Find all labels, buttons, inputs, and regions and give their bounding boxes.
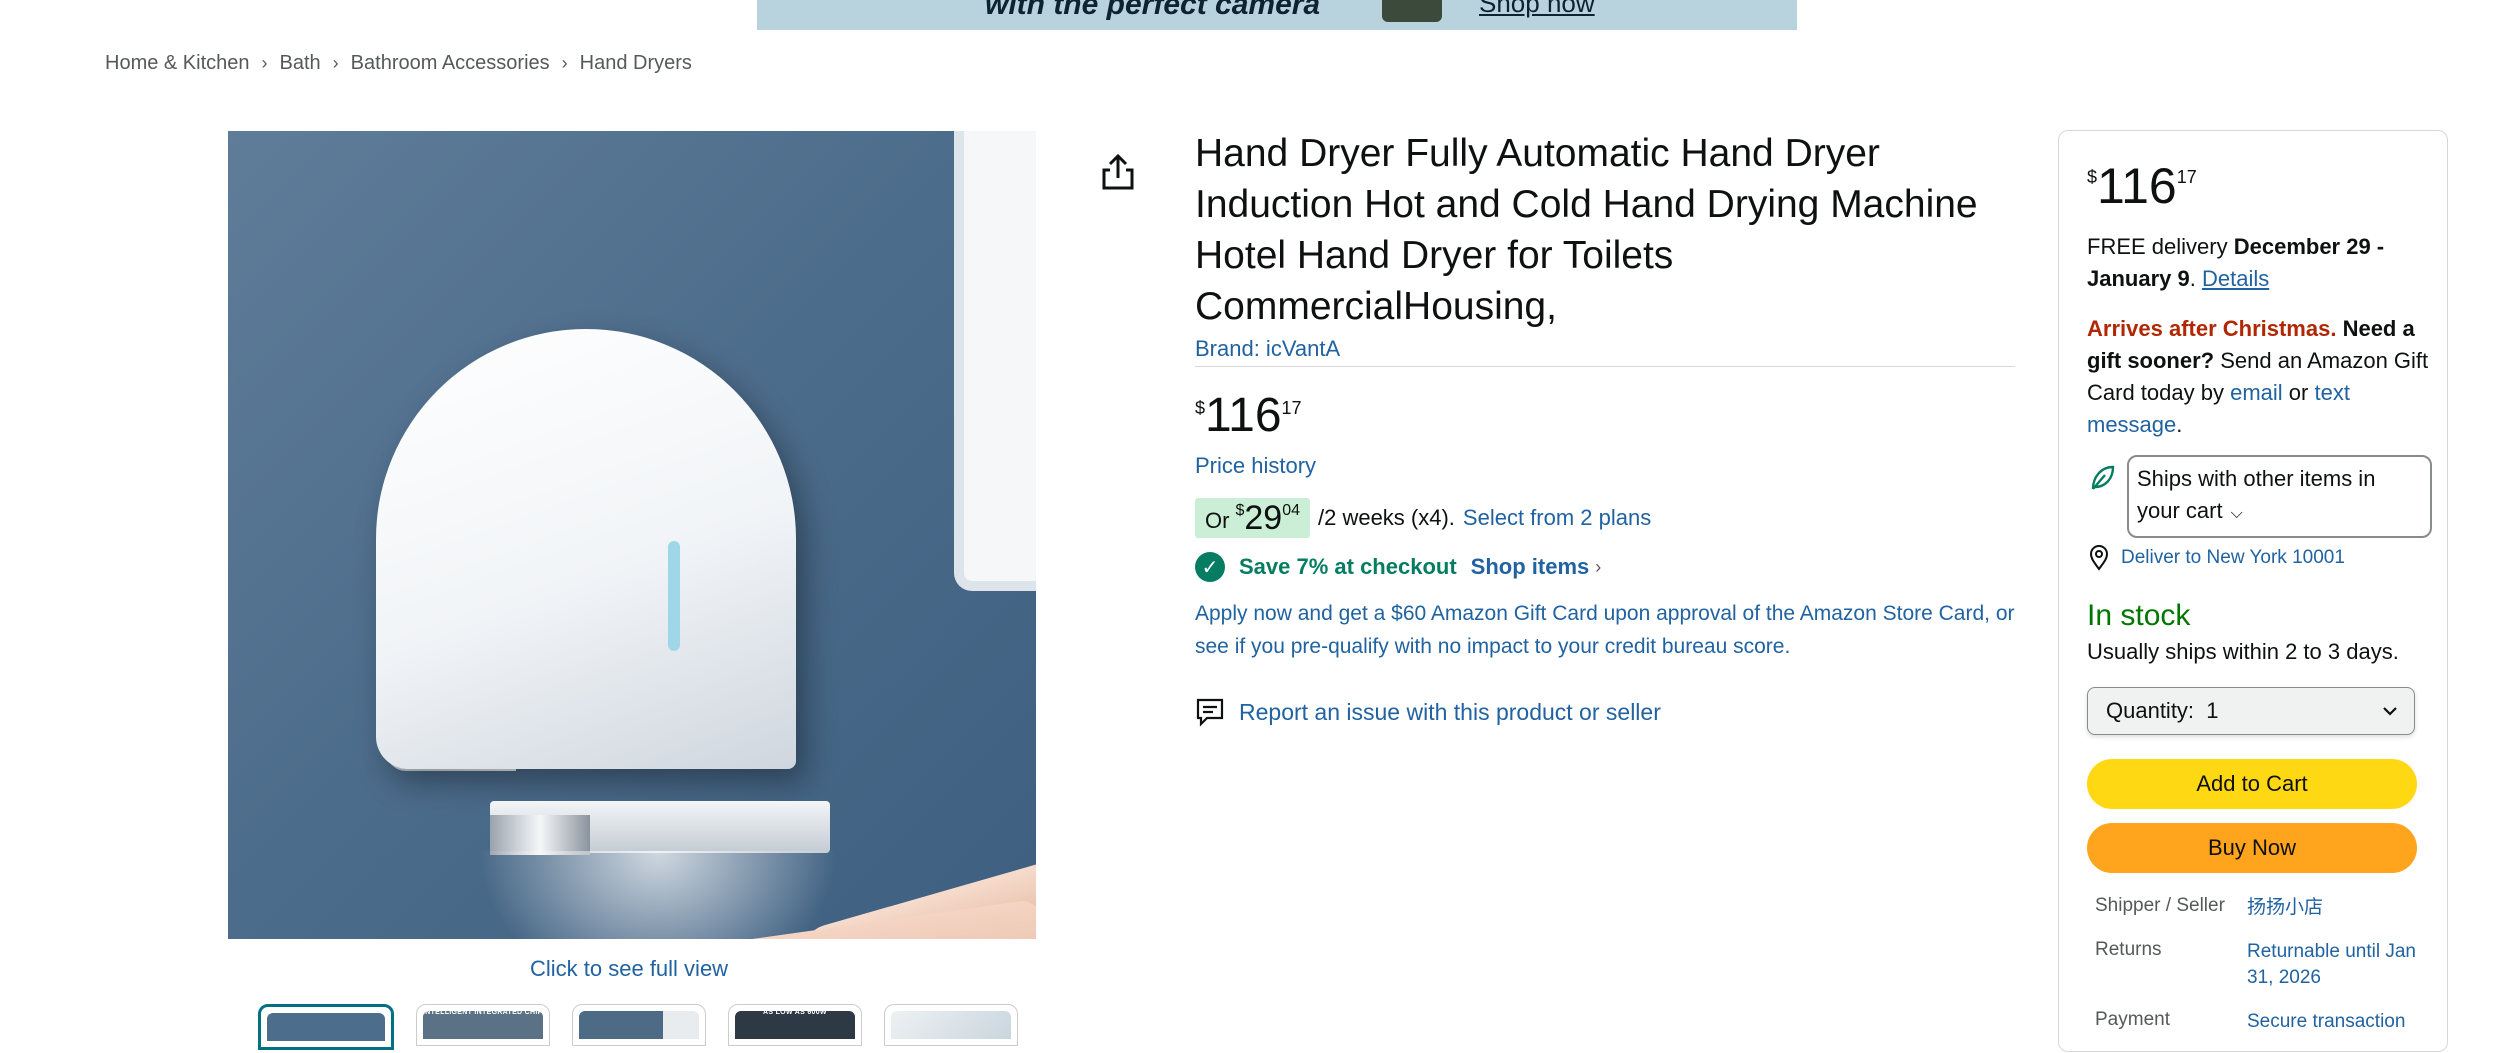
report-issue-link[interactable]: Report an issue with this product or sel… xyxy=(1195,697,1661,727)
thumbnail-2[interactable]: INTELLIGENT INTEGRATED CHIP CONTROLLED I… xyxy=(416,1004,550,1046)
ships-with-text: Ships with other items in your cart xyxy=(2137,466,2376,523)
report-issue-text: Report an issue with this product or sel… xyxy=(1239,698,1661,725)
ships-within-text: Usually ships within 2 to 3 days. xyxy=(2087,639,2399,664)
thumbnail-4[interactable]: AS LOW AS 600W xyxy=(728,1004,862,1046)
punctuation: . xyxy=(2176,412,2183,437)
payment-link[interactable]: Secure transaction xyxy=(2247,1009,2427,1035)
see-full-view-link[interactable]: Click to see full view xyxy=(530,956,728,982)
info-row-returns: Returns Returnable until Jan 31, 2026 xyxy=(2095,939,2427,991)
price-whole: 116 xyxy=(1205,389,1282,442)
price-whole: 116 xyxy=(2097,158,2177,214)
chevron-down-icon: ⌵ xyxy=(2230,505,2243,522)
buy-now-button[interactable]: Buy Now xyxy=(2087,823,2417,873)
or-text: or xyxy=(2288,380,2309,405)
feedback-icon xyxy=(1196,698,1224,727)
thumbnail-5[interactable] xyxy=(884,1004,1018,1046)
thumbnail-3[interactable] xyxy=(572,1004,706,1046)
quantity-display: Quantity: 1 xyxy=(2106,698,2219,724)
breadcrumb: Home & Kitchen › Bath › Bathroom Accesso… xyxy=(105,52,692,75)
dryer-window-shape xyxy=(668,541,680,651)
info-key: Shipper / Seller xyxy=(2095,895,2225,916)
breadcrumb-bathroom-accessories[interactable]: Bathroom Accessories xyxy=(351,52,550,75)
mirror-shape xyxy=(954,131,1036,591)
brand-link[interactable]: Brand: icVantA xyxy=(1195,336,1340,362)
breadcrumb-bath[interactable]: Bath xyxy=(280,52,321,75)
punctuation: . xyxy=(2189,266,2196,291)
plan-period: /2 weeks (x4). xyxy=(1317,505,1455,530)
breadcrumb-hand-dryers[interactable]: Hand Dryers xyxy=(580,52,692,75)
product-price: $ 116 17 xyxy=(1195,390,1302,442)
installment-plan: Or $ 29 04 /2 weeks (x4). Select from 2 … xyxy=(1195,498,1651,538)
thumbnail-caption: AS LOW AS 600W xyxy=(763,1009,827,1016)
price-fraction: 17 xyxy=(2176,167,2197,187)
plan-currency: $ xyxy=(1235,502,1245,519)
breadcrumb-separator: › xyxy=(261,53,268,73)
airflow-shape xyxy=(478,851,838,939)
seller-link[interactable]: 扬扬小店 xyxy=(2247,895,2427,921)
returns-link[interactable]: Returnable until Jan 31, 2026 xyxy=(2247,939,2427,991)
divider xyxy=(1195,366,2015,367)
info-row-payment: Payment Secure transaction xyxy=(2095,1009,2427,1035)
dryer-chrome-shape xyxy=(490,815,590,855)
stock-status: In stock xyxy=(2087,599,2191,632)
banner-text: with the perfect camera xyxy=(985,0,1321,21)
quantity-label: Quantity: xyxy=(2106,698,2195,723)
top-ad-banner[interactable]: with the perfect camera Shop now xyxy=(757,0,1797,30)
thumbnail-strip: INTELLIGENT INTEGRATED CHIP CONTROLLED I… xyxy=(258,1004,1018,1050)
camera-image xyxy=(1382,0,1442,22)
info-key: Payment xyxy=(2095,1009,2170,1030)
thumbnail-1[interactable] xyxy=(258,1004,394,1050)
price-fraction: 17 xyxy=(1281,398,1302,418)
dryer-body-shape xyxy=(376,329,796,769)
quantity-value: 1 xyxy=(2206,698,2219,723)
plan-or-label: Or xyxy=(1205,508,1230,533)
breadcrumb-separator: › xyxy=(561,53,568,73)
info-row-seller: Shipper / Seller 扬扬小店 xyxy=(2095,895,2427,921)
chevron-right-icon: › xyxy=(1595,556,1602,577)
thumbnail-caption: INTELLIGENT INTEGRATED CHIP CONTROLLED I… xyxy=(423,1009,541,1016)
location-pin-icon xyxy=(2089,545,2109,571)
save-at-checkout-text: Save 7% at checkout xyxy=(1239,554,1457,579)
buy-box: $ 116 17 FREE delivery December 29 - Jan… xyxy=(2058,130,2448,1052)
leaf-icon xyxy=(2091,465,2115,490)
price-currency: $ xyxy=(2087,167,2098,187)
buybox-price: $ 116 17 xyxy=(2087,159,2197,213)
info-key: Returns xyxy=(2095,939,2162,960)
price-history-link[interactable]: Price history xyxy=(1195,453,1316,479)
seller-info-table: Shipper / Seller 扬扬小店 Returns Returnable… xyxy=(2095,895,2427,1053)
deliver-to-link[interactable]: Deliver to New York 10001 xyxy=(2087,545,2345,571)
deliver-to-text: Deliver to New York 10001 xyxy=(2121,547,2345,568)
plan-whole: 29 xyxy=(1244,499,1283,537)
add-to-cart-button[interactable]: Add to Cart xyxy=(2087,759,2417,809)
share-icon[interactable] xyxy=(1100,152,1136,192)
quantity-select[interactable]: Quantity: 1 xyxy=(2087,687,2415,735)
chevron-down-icon xyxy=(2383,707,2397,716)
product-title: Hand Dryer Fully Automatic Hand Dryer In… xyxy=(1195,132,1978,328)
free-delivery-label: FREE delivery xyxy=(2087,234,2228,259)
ships-with-dropdown[interactable]: Ships with other items in your cart ⌵ xyxy=(2127,455,2432,538)
email-link[interactable]: email xyxy=(2230,380,2283,405)
shop-items-link[interactable]: Shop items xyxy=(1471,554,1590,580)
ships-with-row: Ships with other items in your cart ⌵ xyxy=(2087,455,2432,538)
coupon-row: ✓ Save 7% at checkout Shop items › xyxy=(1195,552,1601,582)
plan-fraction: 04 xyxy=(1282,502,1300,519)
breadcrumb-separator: › xyxy=(332,53,339,73)
gift-notice: Arrives after Christmas. Need a gift soo… xyxy=(2087,313,2432,441)
check-circle-icon: ✓ xyxy=(1195,552,1225,582)
select-plans-link[interactable]: Select from 2 plans xyxy=(1463,505,1651,531)
delivery-info: FREE delivery December 29 - January 9. D… xyxy=(2087,231,2432,295)
delivery-details-link[interactable]: Details xyxy=(2202,266,2269,291)
installment-price-chip: Or $ 29 04 xyxy=(1195,498,1310,538)
arrives-after-christmas: Arrives after Christmas. xyxy=(2087,316,2337,341)
main-product-image[interactable] xyxy=(228,131,1036,939)
breadcrumb-home-kitchen[interactable]: Home & Kitchen xyxy=(105,52,250,75)
banner-shop-link[interactable]: Shop now xyxy=(1479,0,1595,19)
store-card-offer-link[interactable]: Apply now and get a $60 Amazon Gift Card… xyxy=(1195,597,2025,663)
price-currency: $ xyxy=(1195,398,1206,418)
